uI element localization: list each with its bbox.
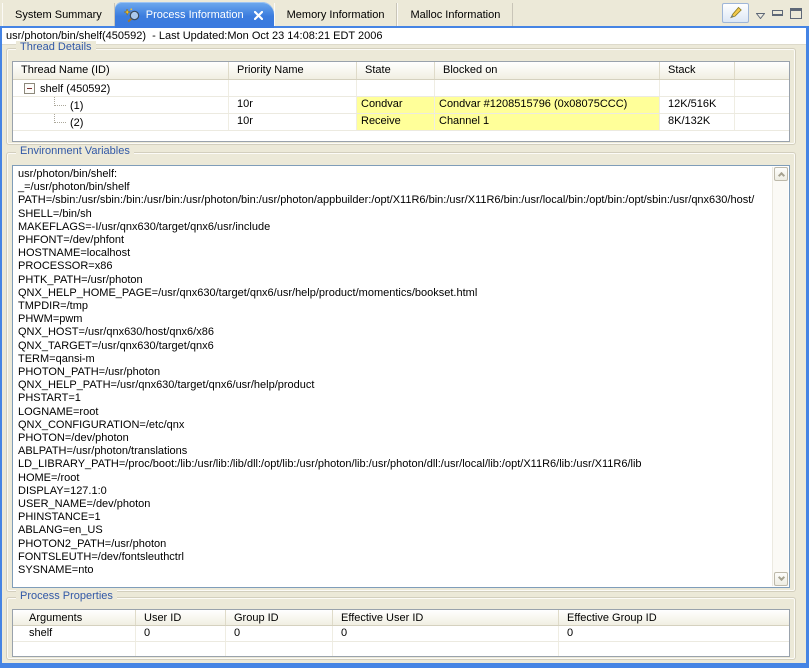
thread-blocked-on: Channel 1 xyxy=(435,114,660,130)
tree-collapse-icon[interactable] xyxy=(24,83,35,94)
close-icon[interactable] xyxy=(252,9,265,22)
user-id-value: 0 xyxy=(136,626,226,641)
thread-priority: 10r xyxy=(229,97,357,113)
scroll-up-button[interactable] xyxy=(774,167,788,181)
thread-stack: 12K/516K xyxy=(660,97,735,113)
chevron-down-icon xyxy=(778,574,785,581)
environment-variables-text[interactable]: usr/photon/bin/shelf: _=/usr/photon/bin/… xyxy=(13,166,772,587)
tab-label: System Summary xyxy=(15,9,102,21)
thread-name: (1) xyxy=(70,100,83,112)
highlighter-button[interactable] xyxy=(722,3,749,23)
column-blocked-on[interactable]: Blocked on xyxy=(435,62,660,79)
tree-branch-line xyxy=(54,114,66,123)
thread-state: Condvar xyxy=(357,97,435,113)
tab-label: Process Information xyxy=(146,9,244,21)
column-effective-group-id[interactable]: Effective Group ID xyxy=(559,610,789,625)
environment-variables-box[interactable]: usr/photon/bin/shelf: _=/usr/photon/bin/… xyxy=(12,165,790,588)
view-menu-icon[interactable] xyxy=(756,10,765,16)
arguments-value: shelf xyxy=(13,626,136,641)
process-title-bar: usr/photon/bin/shelf(450592) - Last Upda… xyxy=(2,28,806,45)
tab-system-summary[interactable]: System Summary xyxy=(2,3,115,26)
tab-label: Malloc Information xyxy=(410,9,500,21)
column-thread-name[interactable]: Thread Name (ID) xyxy=(13,62,229,79)
thread-details-group: Thread Details Thread Name (ID) Priority… xyxy=(6,48,796,145)
group-id-value: 0 xyxy=(226,626,333,641)
thread-state: Receive xyxy=(357,114,435,130)
chevron-up-icon xyxy=(778,172,785,179)
thread-row-parent[interactable]: shelf (450592) xyxy=(13,80,789,97)
thread-row-2[interactable]: (2) 10r Receive Channel 1 8K/132K xyxy=(13,114,789,131)
thread-stack: 8K/132K xyxy=(660,114,735,130)
thread-name: shelf (450592) xyxy=(40,83,110,95)
tab-process-information[interactable]: Process Information xyxy=(115,2,274,28)
minimize-icon[interactable] xyxy=(772,10,783,16)
tab-label: Memory Information xyxy=(287,9,385,21)
tab-malloc-information[interactable]: Malloc Information xyxy=(397,3,513,26)
thread-table: Thread Name (ID) Priority Name State Blo… xyxy=(12,61,790,142)
process-properties-group: Process Properties Arguments User ID Gro… xyxy=(6,597,796,660)
tab-memory-information[interactable]: Memory Information xyxy=(274,3,398,26)
thread-table-header: Thread Name (ID) Priority Name State Blo… xyxy=(13,62,789,80)
process-inspect-icon xyxy=(124,8,141,23)
vertical-scrollbar[interactable] xyxy=(772,167,788,586)
thread-state xyxy=(357,80,435,96)
empty-row xyxy=(13,642,789,657)
process-properties-table: Arguments User ID Group ID Effective Use… xyxy=(12,609,790,657)
thread-blocked-on: Condvar #1208515796 (0x08075CCC) xyxy=(435,97,660,113)
thread-priority: 10r xyxy=(229,114,357,130)
effective-user-id-value: 0 xyxy=(333,626,559,641)
column-effective-user-id[interactable]: Effective User ID xyxy=(333,610,559,625)
column-state[interactable]: State xyxy=(357,62,435,79)
column-stack[interactable]: Stack xyxy=(660,62,735,79)
scroll-down-button[interactable] xyxy=(774,572,788,586)
tab-bar: System Summary Process Information Memor… xyxy=(0,0,809,26)
column-priority-name[interactable]: Priority Name xyxy=(229,62,357,79)
process-properties-header: Arguments User ID Group ID Effective Use… xyxy=(13,610,789,626)
environment-variables-title: Environment Variables xyxy=(16,145,134,157)
process-information-pane: usr/photon/bin/shelf(450592) - Last Upda… xyxy=(0,26,809,668)
column-arguments[interactable]: Arguments xyxy=(13,610,136,625)
thread-name: (2) xyxy=(70,117,83,129)
highlighter-icon xyxy=(728,6,743,20)
view-toolbar xyxy=(722,3,802,23)
process-properties-title: Process Properties xyxy=(16,590,117,602)
thread-row-1[interactable]: (1) 10r Condvar Condvar #1208515796 (0x0… xyxy=(13,97,789,114)
thread-stack xyxy=(660,80,735,96)
thread-details-title: Thread Details xyxy=(16,41,96,53)
column-extra[interactable] xyxy=(735,62,789,79)
effective-group-id-value: 0 xyxy=(559,626,789,641)
thread-priority xyxy=(229,80,357,96)
tree-branch-line xyxy=(54,97,66,106)
maximize-icon[interactable] xyxy=(790,8,802,19)
thread-blocked-on xyxy=(435,80,660,96)
column-user-id[interactable]: User ID xyxy=(136,610,226,625)
environment-variables-group: Environment Variables usr/photon/bin/she… xyxy=(6,152,796,592)
column-group-id[interactable]: Group ID xyxy=(226,610,333,625)
process-row[interactable]: shelf 0 0 0 0 xyxy=(13,626,789,642)
